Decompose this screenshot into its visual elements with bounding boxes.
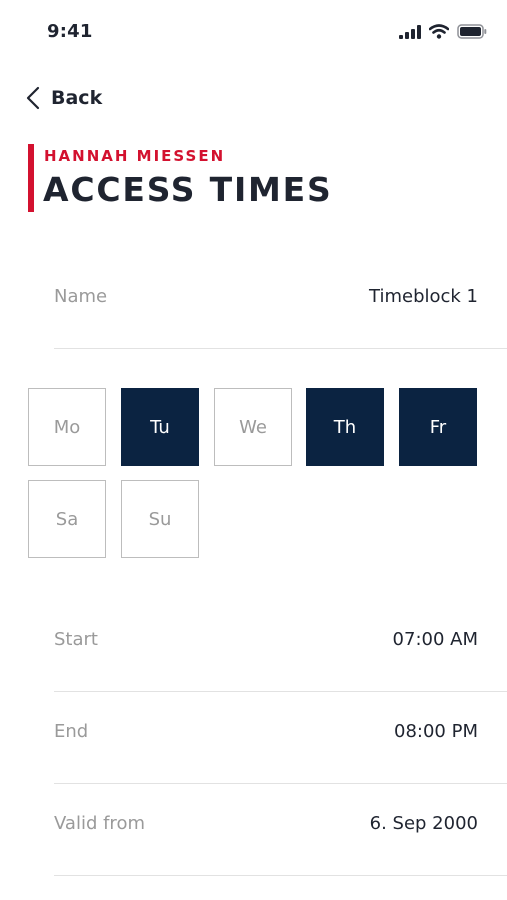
day-label: Mo xyxy=(53,416,81,438)
day-label: Sa xyxy=(55,508,79,530)
user-name-subtitle: HANNAH MIESSEN xyxy=(44,147,226,165)
day-toggle-th[interactable]: Th xyxy=(306,388,384,466)
end-time-value[interactable]: 08:00 PM xyxy=(394,721,478,742)
chevron-left-icon xyxy=(26,86,40,110)
day-toggle-tu[interactable]: Tu xyxy=(121,388,199,466)
valid-from-value[interactable]: 6. Sep 2000 xyxy=(370,813,478,834)
valid-from-label: Valid from xyxy=(54,813,145,834)
back-button[interactable]: Back xyxy=(26,86,102,110)
day-label: Su xyxy=(148,508,172,530)
day-label: Th xyxy=(333,416,357,438)
status-time: 9:41 xyxy=(47,21,93,42)
day-label: We xyxy=(239,416,267,438)
start-label: Start xyxy=(54,629,98,650)
day-toggle-sa[interactable]: Sa xyxy=(28,480,106,558)
cellular-signal-icon xyxy=(399,24,421,39)
valid-from-row[interactable]: Valid from 6. Sep 2000 xyxy=(54,783,507,876)
day-label: Tu xyxy=(150,416,170,438)
battery-icon xyxy=(457,24,487,39)
end-row[interactable]: End 08:00 PM xyxy=(54,691,507,784)
status-bar: 9:41 xyxy=(0,0,507,66)
page-title: ACCESS TIMES xyxy=(43,170,333,209)
day-toggle-we[interactable]: We xyxy=(214,388,292,466)
status-icons xyxy=(399,24,487,39)
page-header: HANNAH MIESSEN ACCESS TIMES xyxy=(28,144,488,212)
start-time-value[interactable]: 07:00 AM xyxy=(393,629,478,650)
name-label: Name xyxy=(54,286,108,307)
day-label: Fr xyxy=(429,416,447,438)
start-row[interactable]: Start 07:00 AM xyxy=(54,599,507,692)
day-toggle-su[interactable]: Su xyxy=(121,480,199,558)
title-accent-bar xyxy=(28,144,34,212)
end-label: End xyxy=(54,721,89,742)
wifi-icon xyxy=(429,24,449,39)
name-value[interactable]: Timeblock 1 xyxy=(369,286,478,307)
day-toggle-mo[interactable]: Mo xyxy=(28,388,106,466)
name-row[interactable]: Name Timeblock 1 xyxy=(54,256,507,349)
back-label: Back xyxy=(51,87,103,109)
day-toggle-fr[interactable]: Fr xyxy=(399,388,477,466)
